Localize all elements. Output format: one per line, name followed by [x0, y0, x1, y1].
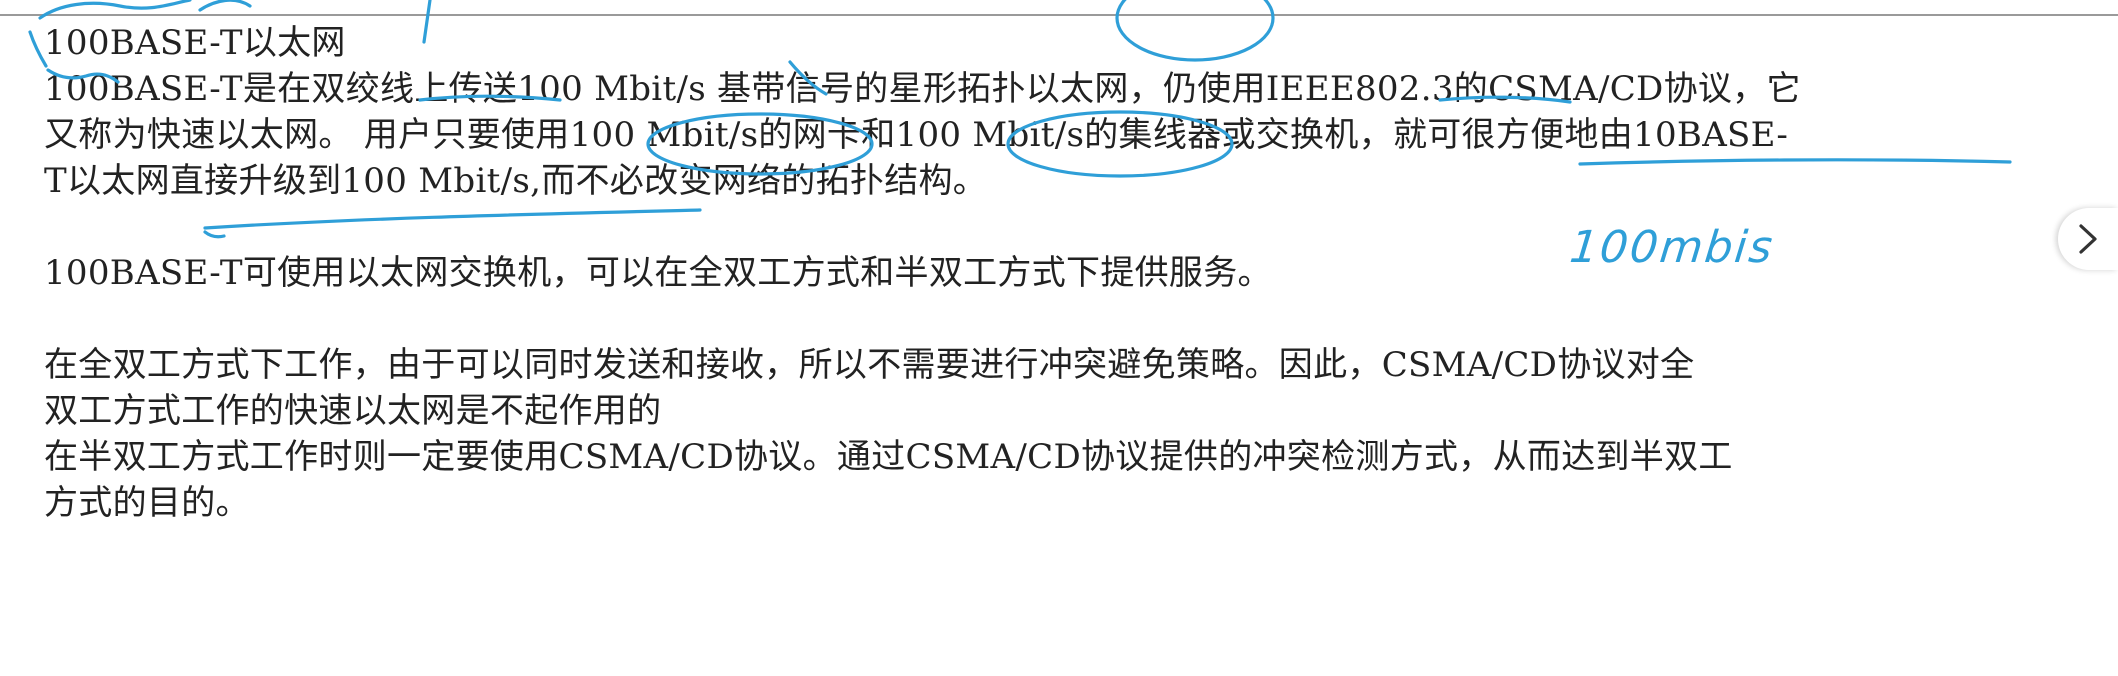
next-page-button[interactable] — [2058, 208, 2118, 270]
paragraph-3-line-3: 在半双工方式工作时则一定要使用CSMA/CD协议。通过CSMA/CD协议提供的冲… — [44, 437, 1733, 477]
paragraph-3-line-4: 方式的目的。 — [44, 483, 250, 523]
section-title: 100BASE-T以太网 — [44, 23, 346, 63]
document-body: 100BASE-T以太网 100BASE-T是在双绞线上传送100 Mbit/s… — [44, 20, 2024, 526]
handwritten-note: 100mbis — [1567, 222, 1777, 273]
paragraph-1-line-1: 100BASE-T是在双绞线上传送100 Mbit/s 基带信号的星形拓扑以太网… — [44, 69, 1801, 109]
document-page: 100BASE-T以太网 100BASE-T是在双绞线上传送100 Mbit/s… — [0, 0, 2118, 676]
chevron-right-icon — [2079, 224, 2097, 254]
paragraph-1-line-3: T以太网直接升级到100 Mbit/s,而不必改变网络的拓扑结构。 — [44, 161, 988, 201]
paragraph-3-line-1: 在全双工方式下工作，由于可以同时发送和接收，所以不需要进行冲突避免策略。因此，C… — [44, 345, 1695, 385]
top-divider — [0, 14, 2118, 16]
paragraph-3-line-2: 双工方式工作的快速以太网是不起作用的 — [44, 391, 662, 431]
paragraph-1-line-2: 又称为快速以太网。 用户只要使用100 Mbit/s的网卡和100 Mbit/s… — [44, 115, 1789, 155]
